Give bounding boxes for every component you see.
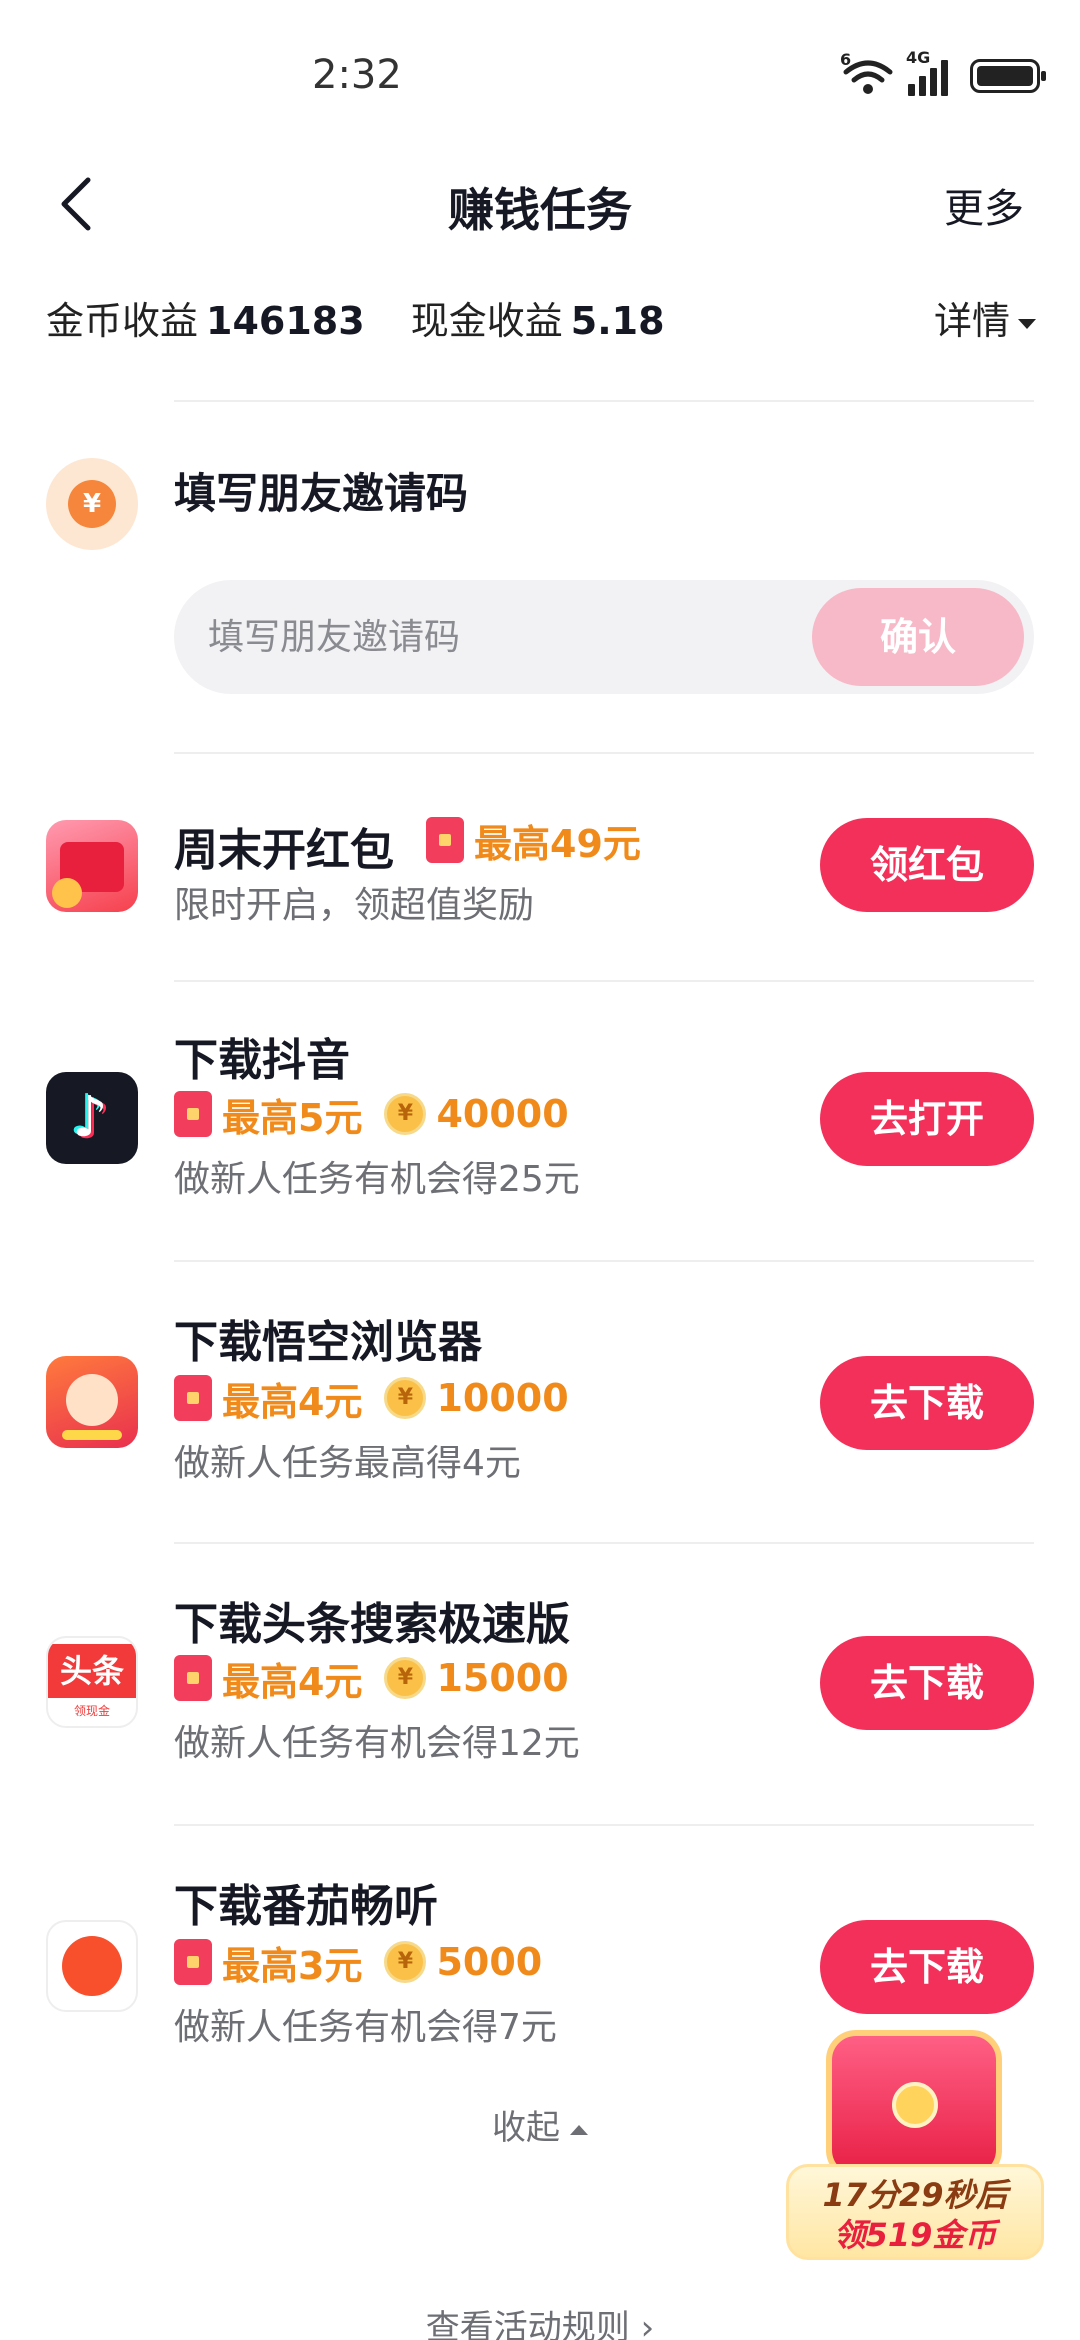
- redpack-icon: [174, 1091, 212, 1137]
- coin-icon: ¥: [384, 1377, 427, 1419]
- divider: [174, 400, 1034, 402]
- task-title: 下载抖音: [174, 1035, 350, 1086]
- divider: [174, 1542, 1034, 1544]
- task-title: 下载番茄畅听: [174, 1881, 438, 1932]
- coin-icon: ¥: [384, 1657, 427, 1699]
- douyin-app-icon: ♪: [46, 1072, 138, 1164]
- cash-earnings-label: 现金收益: [410, 299, 563, 343]
- page-title: 赚钱任务: [448, 183, 632, 237]
- redpack-reward: 最高3元: [222, 1943, 363, 1988]
- task-rewards: 最高4元 ¥ 10000: [174, 1372, 591, 1424]
- collapse-label: 收起: [492, 2108, 560, 2148]
- divider: [174, 1824, 1034, 1826]
- signal-icon: 4G: [906, 48, 956, 96]
- redpack-icon: [174, 1375, 212, 1421]
- nav-bar: 赚钱任务 更多: [0, 150, 1080, 260]
- chest-countdown: 17分29秒后 领519金币: [786, 2164, 1044, 2260]
- coin-reward: 10000: [436, 1376, 569, 1420]
- caret-down-icon: [1018, 318, 1036, 329]
- open-douyin-button[interactable]: 去打开: [820, 1072, 1034, 1166]
- task-description: 做新人任务有机会得7元: [174, 2007, 557, 2048]
- wukong-browser-app-icon: [46, 1356, 138, 1448]
- coin-earnings-label: 金币收益: [46, 299, 199, 343]
- task-rewards: 最高4元 ¥ 15000: [174, 1652, 591, 1704]
- coin-reward: 5000: [436, 1940, 543, 1984]
- activity-rules-link[interactable]: 查看活动规则 ›: [0, 2300, 1080, 2340]
- divider: [174, 1260, 1034, 1262]
- invite-coin-icon: ¥: [46, 458, 138, 550]
- download-fanqie-button[interactable]: 去下载: [820, 1920, 1034, 2014]
- download-wukong-button[interactable]: 去下载: [820, 1356, 1034, 1450]
- redpack-reward: 最高4元: [222, 1659, 363, 1704]
- redpack-reward: 最高4元: [222, 1379, 363, 1424]
- wifi-icon: 6: [840, 50, 894, 96]
- coin-earnings-value: 146183: [206, 299, 365, 343]
- invite-title: 填写朋友邀请码: [174, 469, 469, 518]
- weekend-redpack-app-icon: [46, 820, 138, 912]
- toutiao-icon-subtext: 领现金: [73, 1704, 110, 1718]
- caret-up-icon: [570, 2124, 588, 2135]
- download-toutiao-button[interactable]: 去下载: [820, 1636, 1034, 1730]
- details-label: 详情: [933, 299, 1010, 343]
- coin-reward: 40000: [436, 1092, 569, 1136]
- redpack-reward: 最高5元: [222, 1095, 363, 1140]
- task-description: 做新人任务最高得4元: [174, 1443, 521, 1484]
- confirm-button[interactable]: 确认: [812, 588, 1024, 686]
- task-description: 限时开启，领超值奖励: [174, 885, 535, 926]
- status-icons: 6 4G: [840, 48, 1046, 96]
- battery-level: [977, 66, 1033, 86]
- network-label: 4G: [906, 48, 931, 67]
- earnings-summary: 金币收益 146183 现金收益 5.18 详情: [46, 290, 1036, 350]
- task-title: 下载悟空浏览器: [174, 1317, 482, 1368]
- status-bar: 2:32 6 4G: [0, 0, 1080, 150]
- chest-reward-text: 领519金币: [833, 2216, 997, 2254]
- divider: [174, 752, 1034, 754]
- more-button[interactable]: 更多: [944, 176, 1024, 234]
- task-description: 做新人任务有机会得12元: [174, 1723, 580, 1764]
- divider: [174, 980, 1034, 982]
- chest-lock-icon: [892, 2082, 938, 2128]
- claim-redpack-button[interactable]: 领红包: [820, 818, 1034, 912]
- task-rewards: 最高5元 ¥ 40000: [174, 1088, 591, 1140]
- invite-code-form: 确认: [174, 580, 1034, 694]
- redpack-icon: [174, 1939, 212, 1985]
- task-description: 做新人任务有机会得25元: [174, 1159, 580, 1200]
- task-rewards: 最高3元 ¥ 5000: [174, 1936, 564, 1988]
- redpack-icon: [174, 1655, 212, 1701]
- wifi-badge: 6: [840, 50, 852, 69]
- redpack-icon: [426, 817, 464, 863]
- details-button[interactable]: 详情: [934, 290, 1036, 345]
- cash-earnings-value: 5.18: [570, 299, 665, 343]
- toutiao-icon-text: 头条: [48, 1644, 136, 1698]
- coin-icon: ¥: [384, 1093, 427, 1135]
- battery-icon: [970, 59, 1046, 93]
- status-time: 2:32: [312, 52, 402, 98]
- chest-countdown-text: 17分29秒后: [822, 2176, 1008, 2214]
- task-title: 下载头条搜索极速版: [174, 1599, 570, 1650]
- yuan-icon: ¥: [68, 480, 116, 528]
- invite-code-input[interactable]: [208, 604, 728, 670]
- coin-icon: ¥: [384, 1941, 427, 1983]
- coin-reward: 15000: [436, 1656, 569, 1700]
- fanqie-app-icon: [46, 1920, 138, 2012]
- treasure-chest-widget[interactable]: 17分29秒后 领519金币: [786, 2030, 1044, 2260]
- redpack-reward: 最高49元: [474, 821, 641, 866]
- toutiao-app-icon: 头条 领现金: [46, 1636, 138, 1728]
- task-title: 周末开红包: [174, 825, 394, 876]
- task-rewards: 最高49元: [426, 814, 663, 866]
